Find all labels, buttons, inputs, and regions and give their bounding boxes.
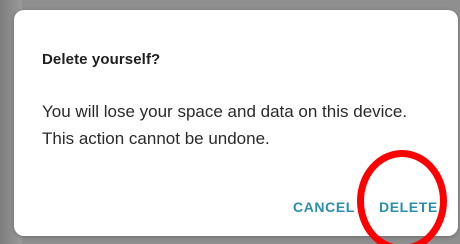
delete-button[interactable]: DELETE: [379, 199, 438, 215]
cancel-button[interactable]: CANCEL: [293, 199, 355, 215]
dialog-title: Delete yourself?: [42, 51, 161, 68]
screen: Delete yourself? You will lose your spac…: [0, 0, 460, 244]
delete-confirmation-dialog: Delete yourself? You will lose your spac…: [14, 10, 458, 236]
dialog-actions: CANCEL DELETE: [14, 190, 458, 230]
dialog-message: You will lose your space and data on thi…: [42, 102, 408, 148]
